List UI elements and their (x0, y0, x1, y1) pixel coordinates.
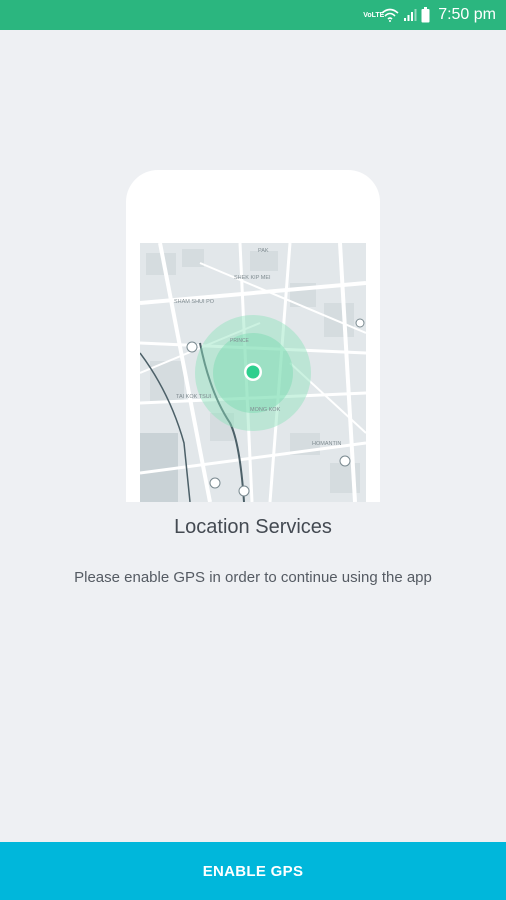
map-label: MONG KOK (250, 407, 281, 413)
battery-icon (421, 7, 430, 23)
map-label: SHAM SHUI PO (174, 299, 215, 305)
map-label: PRINCE (230, 338, 250, 344)
map-icon: PAK SHEK KIP MEI SHAM SHUI PO PRINCE TAI… (140, 243, 366, 502)
signal-icon (404, 9, 417, 21)
page-title: Location Services (174, 516, 332, 538)
location-pin-icon (244, 363, 262, 381)
volte-icon: VoLTE (363, 11, 385, 19)
map-label: HOMANTIN (312, 441, 341, 447)
map-label: SHEK KIP MEI (234, 275, 271, 281)
map-label: PAK (258, 248, 269, 254)
gps-message: Please enable GPS in order to continue u… (74, 569, 432, 586)
status-bar: VoLTE 7:50 pm (0, 0, 506, 30)
map-label: TAI KOK TSUI (176, 394, 212, 400)
status-time: 7:50 pm (438, 6, 496, 23)
wifi-icon (381, 8, 399, 22)
enable-gps-button[interactable]: ENABLE GPS (0, 842, 506, 900)
phone-frame-icon: PAK SHEK KIP MEI SHAM SHUI PO PRINCE TAI… (126, 170, 380, 502)
status-icons: VoLTE 7:50 pm (363, 0, 496, 30)
